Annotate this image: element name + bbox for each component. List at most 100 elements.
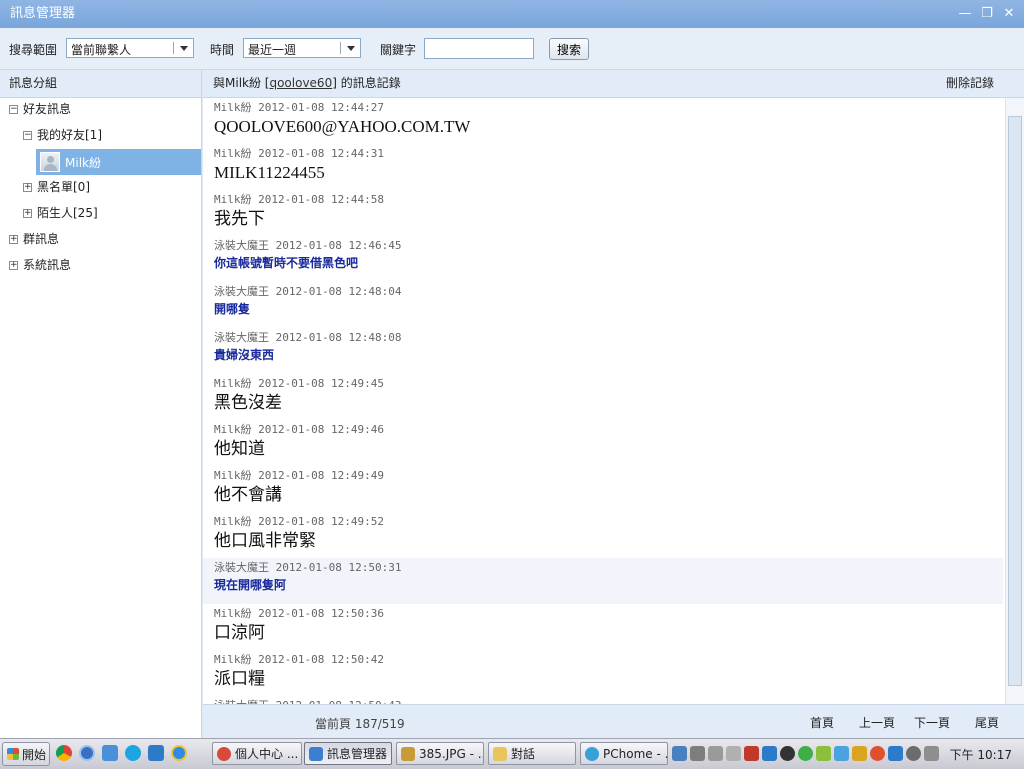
volume-icon[interactable] <box>726 746 741 761</box>
desktop-icon[interactable] <box>102 745 118 761</box>
contact-name: Milk紛 <box>65 155 101 170</box>
window-controls: — ❐ ✕ <box>958 0 1016 28</box>
clock: 下午 10:17 <box>949 748 1012 762</box>
message-time: 2012-01-08 12:44:58 <box>258 193 384 206</box>
message-text: 黑色沒差 <box>214 393 282 412</box>
tree-node-contact-selected[interactable]: Milk紛 <box>36 149 201 175</box>
group-panel-header: 訊息分組 <box>0 70 201 98</box>
tools-icon[interactable] <box>690 746 705 761</box>
expand-icon[interactable]: + <box>23 182 32 192</box>
prev-page-button[interactable]: 上一頁 <box>859 714 895 731</box>
security-icon[interactable] <box>798 746 813 761</box>
chat-tray-icon[interactable] <box>888 746 903 761</box>
taskbar-item-chat[interactable]: 對話 <box>488 742 576 765</box>
message-header: 泳裝大魔王 2012-01-08 12:48:04 <box>214 285 1003 299</box>
keyword-input[interactable] <box>424 38 534 59</box>
message-item: 泳裝大魔王 2012-01-08 12:46:45 你這帳號暫時不要借黑色吧 <box>203 236 1003 282</box>
tree-node-blacklist[interactable]: + 黑名單[0] <box>23 177 90 197</box>
taskbar-item-message-manager[interactable]: 訊息管理器 <box>304 742 392 765</box>
message-text: 他不會講 <box>214 485 282 504</box>
avatar <box>40 152 60 172</box>
contact-id-link[interactable]: qoolove60 <box>269 76 332 90</box>
scrollbar-thumb[interactable] <box>1008 116 1022 686</box>
tree-node-strangers[interactable]: + 陌生人[25] <box>23 203 98 223</box>
message-header: 泳裝大魔王 2012-01-08 12:48:08 <box>214 331 1003 345</box>
combo-separator <box>173 42 174 54</box>
taskbar-item-chrome[interactable]: 個人中心 ... <box>212 742 302 765</box>
skype-icon[interactable] <box>125 745 141 761</box>
tree-node-friend-messages[interactable]: − 好友訊息 <box>9 99 71 119</box>
taskbar-item-image-viewer[interactable]: 385.JPG - ... <box>396 742 484 765</box>
skype-icon <box>585 746 599 761</box>
media-player-icon[interactable] <box>79 745 95 761</box>
tree-node-label: 系統訊息 <box>23 258 72 272</box>
minimize-button[interactable]: — <box>958 7 972 21</box>
tree-node-my-friends[interactable]: − 我的好友[1] <box>23 125 102 145</box>
taskbar-item-pchome[interactable]: PChome - ... <box>580 742 668 765</box>
collapse-icon[interactable]: − <box>9 104 18 114</box>
message-time: 2012-01-08 12:48:04 <box>275 285 402 298</box>
start-label: 開始 <box>22 747 47 762</box>
message-text: 你這帳號暫時不要借黑色吧 <box>214 256 359 270</box>
last-page-button[interactable]: 尾頁 <box>975 714 999 731</box>
message-sender: 泳裝大魔王 <box>214 561 269 574</box>
message-sender: Milk紛 <box>214 423 252 436</box>
message-text: 派口糧 <box>214 669 265 688</box>
message-item: 泳裝大魔王 2012-01-08 12:50:43 <box>203 696 1003 704</box>
window-title: 訊息管理器 <box>10 6 76 21</box>
network-icon[interactable] <box>708 746 723 761</box>
message-text: 他口風非常緊 <box>214 531 316 550</box>
close-button[interactable]: ✕ <box>1002 7 1016 21</box>
antivirus-icon[interactable] <box>744 746 759 761</box>
browser-tray-icon[interactable] <box>870 746 885 761</box>
message-sender: Milk紛 <box>214 377 252 390</box>
expand-icon[interactable]: + <box>9 260 18 270</box>
message-text: 我先下 <box>214 209 265 228</box>
message-text: MILK11224455 <box>214 163 325 182</box>
chevron-down-icon[interactable] <box>347 46 355 51</box>
message-time: 2012-01-08 12:49:45 <box>258 377 384 390</box>
tree-node-group-messages[interactable]: + 群訊息 <box>9 229 59 249</box>
dropbox-icon[interactable] <box>834 746 849 761</box>
maximize-button[interactable]: ❐ <box>980 7 994 21</box>
time-value: 最近一週 <box>248 43 297 57</box>
scrollbar[interactable] <box>1005 98 1024 704</box>
scope-value: 當前聯繫人 <box>71 43 132 57</box>
tree-node-label: 好友訊息 <box>23 102 72 116</box>
tree-node-system-messages[interactable]: + 系統訊息 <box>9 255 71 275</box>
history-title-suffix: ] 的訊息記錄 <box>332 76 401 90</box>
message-sender: Milk紛 <box>214 515 252 528</box>
time-select[interactable]: 最近一週 <box>243 38 361 58</box>
scope-label: 搜尋範圍 <box>9 43 58 57</box>
expand-icon[interactable]: + <box>23 208 32 218</box>
message-header: 泳裝大魔王 2012-01-08 12:50:31 <box>214 561 1003 575</box>
time-label: 時間 <box>210 43 235 57</box>
messenger-icon[interactable] <box>148 745 164 761</box>
message-header: 泳裝大魔王 2012-01-08 12:46:45 <box>214 239 1003 253</box>
first-page-button[interactable]: 首頁 <box>810 714 834 731</box>
message-list[interactable]: Milk紛 2012-01-08 12:44:27 QOOLOVE600@YAHO… <box>203 98 1003 704</box>
pen-icon[interactable] <box>924 746 939 761</box>
message-text: 口涼阿 <box>214 623 265 642</box>
ie-icon[interactable] <box>171 745 187 761</box>
expand-icon[interactable]: + <box>9 234 18 244</box>
collapse-icon[interactable]: − <box>23 130 32 140</box>
search-button[interactable]: 搜索 <box>549 38 589 60</box>
chrome-icon <box>217 746 231 761</box>
next-page-button[interactable]: 下一頁 <box>914 714 950 731</box>
delete-records-button[interactable]: 刪除記錄 <box>946 70 994 97</box>
messenger-tray-icon[interactable] <box>762 746 777 761</box>
chevron-down-icon[interactable] <box>180 46 188 51</box>
update-icon[interactable] <box>816 746 831 761</box>
chrome-icon[interactable] <box>56 745 72 761</box>
sync-icon[interactable] <box>906 746 921 761</box>
qq-icon[interactable] <box>780 746 795 761</box>
message-time: 2012-01-08 12:49:49 <box>258 469 384 482</box>
input-method-icon[interactable] <box>672 746 687 761</box>
start-button[interactable]: 開始 <box>2 742 50 766</box>
pager-bar: 當前頁 187/519 首頁 上一頁 下一頁 尾頁 <box>203 704 1024 738</box>
message-item: Milk紛 2012-01-08 12:44:58 我先下 <box>203 190 1003 236</box>
app-tray-icon[interactable] <box>852 746 867 761</box>
scope-select[interactable]: 當前聯繫人 <box>66 38 194 58</box>
combo-separator <box>340 42 341 54</box>
